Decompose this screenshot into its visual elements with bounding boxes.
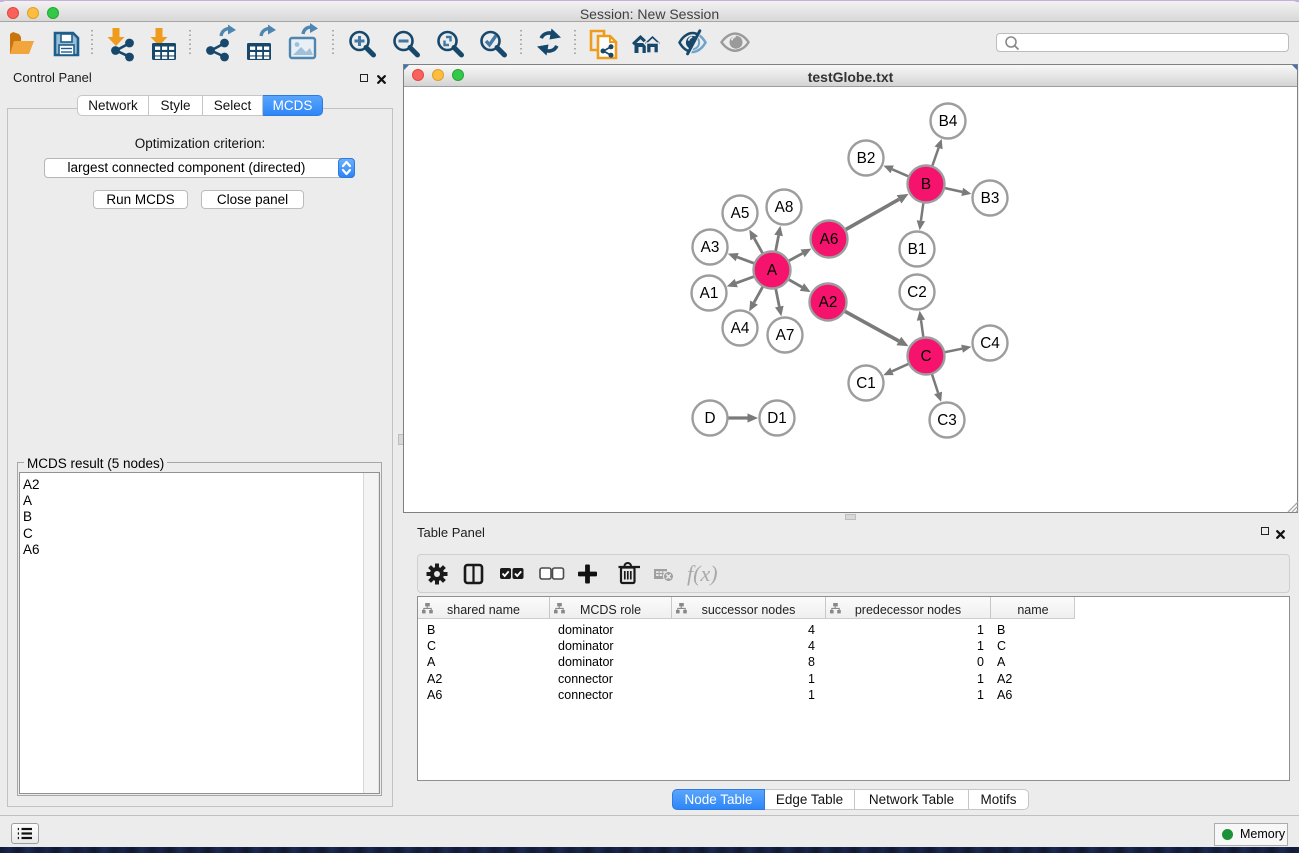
svg-text:A2: A2 — [819, 294, 838, 311]
svg-text:A1: A1 — [700, 285, 719, 302]
svg-text:B3: B3 — [981, 190, 1000, 207]
svg-text:C2: C2 — [907, 284, 927, 301]
svg-text:A: A — [767, 262, 778, 279]
svg-text:A4: A4 — [731, 320, 750, 337]
svg-text:C: C — [920, 348, 931, 365]
svg-text:C3: C3 — [937, 412, 957, 429]
svg-text:B1: B1 — [908, 241, 927, 258]
svg-text:A3: A3 — [701, 239, 720, 256]
svg-text:A8: A8 — [775, 199, 794, 216]
svg-text:B: B — [921, 176, 931, 193]
svg-text:f(x): f(x) — [687, 561, 718, 586]
svg-text:A5: A5 — [731, 205, 750, 222]
svg-text:A7: A7 — [776, 327, 795, 344]
svg-text:B4: B4 — [939, 113, 958, 130]
svg-text:D1: D1 — [767, 410, 787, 427]
svg-text:B2: B2 — [857, 150, 876, 167]
svg-text:D: D — [704, 410, 715, 427]
svg-text:A6: A6 — [820, 231, 839, 248]
svg-text:C1: C1 — [856, 375, 876, 392]
svg-text:C4: C4 — [980, 335, 1000, 352]
